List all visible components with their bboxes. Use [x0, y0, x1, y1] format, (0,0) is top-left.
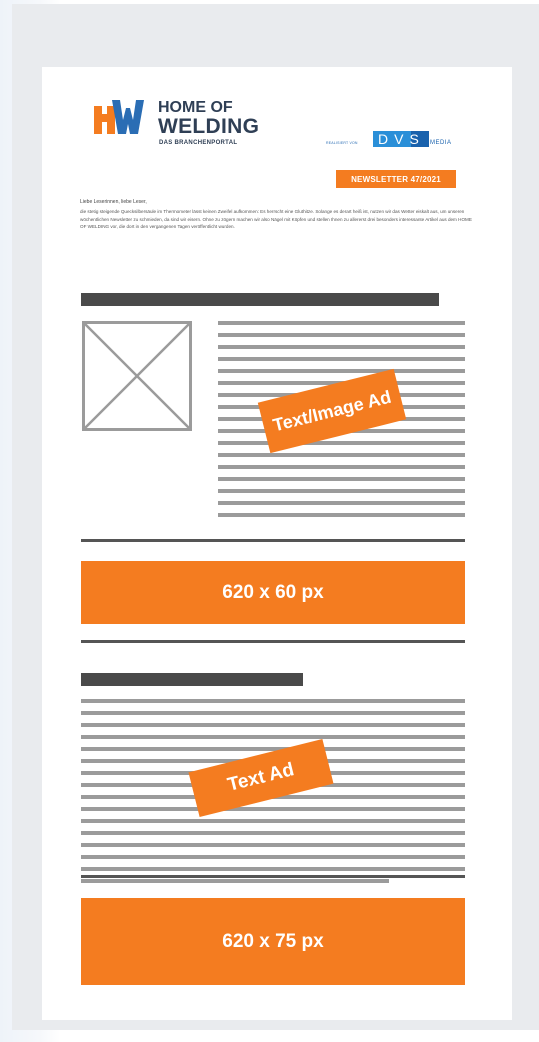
logo-title-line1: HOME OF	[158, 99, 233, 116]
hw-logo-icon[interactable]	[94, 98, 144, 134]
newsletter-page: HOME OF WELDING DAS BRANCHENPORTAL REALI…	[42, 67, 512, 1020]
realisiert-label: REALISIERT VON	[326, 141, 358, 145]
logo-tagline: DAS BRANCHENPORTAL	[159, 140, 238, 146]
partner-logo-text: DVS	[378, 131, 425, 147]
intro-body: die stetig steigende Quecksilbersäule im…	[80, 209, 472, 229]
banner-ad-620x75[interactable]: 620 x 75 px	[81, 898, 465, 985]
intro-greeting: Liebe Leserinnen, liebe Leser,	[80, 199, 147, 205]
dvs-logo-icon[interactable]: DVS	[373, 131, 429, 147]
logo-title-line2: WELDING	[158, 115, 260, 138]
partner-suffix: MEDIA	[430, 140, 452, 146]
banner-ad-620x60[interactable]: 620 x 60 px	[81, 561, 465, 624]
newsletter-badge: NEWSLETTER 47/2021	[336, 170, 456, 188]
section-divider	[81, 875, 465, 878]
section-divider	[81, 640, 465, 643]
image-placeholder-icon[interactable]	[82, 321, 192, 431]
article-title-placeholder	[81, 293, 439, 306]
article-title-placeholder	[81, 673, 303, 686]
section-divider	[81, 539, 465, 542]
